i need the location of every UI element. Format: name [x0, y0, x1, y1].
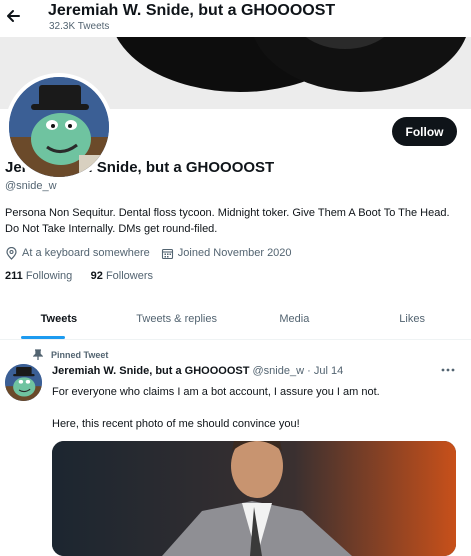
calendar-icon — [161, 248, 173, 259]
profile-handle: @snide_w — [5, 180, 57, 192]
followers-count: 92 — [90, 270, 103, 282]
profile-tabs: Tweets Tweets & replies Media Likes — [0, 299, 471, 340]
tweet-text: For everyone who claims I am a bot accou… — [52, 384, 452, 432]
tweet-avatar-image — [5, 364, 42, 401]
tab-likes[interactable]: Likes — [353, 299, 471, 339]
header-tweet-count: 32.3K Tweets — [49, 21, 110, 32]
location-pin-icon — [6, 246, 17, 260]
tweet-separator: · — [307, 365, 311, 377]
pinned-tweet-label: Pinned Tweet — [51, 349, 109, 360]
pinned-tweet-indicator: Pinned Tweet — [33, 349, 108, 360]
tweet-text-line-1: For everyone who claims I am a bot accou… — [52, 386, 380, 398]
tab-tweets-label: Tweets — [40, 313, 78, 325]
tab-likes-label: Likes — [399, 313, 425, 325]
tab-media-label: Media — [279, 313, 310, 325]
tweet-photo-image — [52, 441, 456, 556]
tweet-author-avatar[interactable] — [5, 364, 42, 401]
profile-meta: At a keyboard somewhere Joined November … — [5, 245, 292, 261]
tweet-header: Jeremiah W. Snide, but a GHOOOOST @snide… — [52, 365, 343, 377]
active-tab-indicator — [21, 336, 65, 339]
following-label: Following — [25, 270, 73, 282]
more-horizontal-icon — [441, 368, 455, 372]
avatar-image — [9, 77, 109, 177]
profile-joined: Joined November 2020 — [177, 247, 292, 259]
tweet-date[interactable]: Jul 14 — [314, 365, 343, 377]
arrow-left-icon — [7, 10, 20, 22]
following-link[interactable]: 211 Following — [5, 270, 72, 282]
tab-tweets-and-replies-label: Tweets & replies — [136, 313, 217, 325]
tab-tweets[interactable]: Tweets — [0, 299, 118, 339]
followers-label: Followers — [105, 270, 154, 282]
tweet-more-button[interactable] — [438, 362, 458, 378]
tweet-text-line-2: Here, this recent photo of me should con… — [52, 418, 300, 430]
following-count: 211 — [5, 270, 23, 282]
follow-button[interactable]: Follow — [392, 117, 457, 146]
profile-header-bar: Jeremiah W. Snide, but a GHOOOOST 32.3K … — [0, 0, 471, 37]
tweet-author-name[interactable]: Jeremiah W. Snide, but a GHOOOOST — [52, 365, 249, 377]
followers-link[interactable]: 92 Followers — [91, 270, 153, 282]
profile-avatar[interactable] — [5, 73, 113, 181]
tab-media[interactable]: Media — [236, 299, 354, 339]
tab-tweets-and-replies[interactable]: Tweets & replies — [118, 299, 236, 339]
profile-counts: 211 Following 92 Followers — [5, 270, 153, 282]
profile-location: At a keyboard somewhere — [22, 247, 150, 259]
tweet-author-handle[interactable]: @snide_w — [253, 365, 305, 377]
header-title: Jeremiah W. Snide, but a GHOOOOST — [48, 2, 336, 19]
tweet-media-photo[interactable] — [52, 441, 456, 556]
pin-icon — [33, 349, 43, 360]
profile-bio: Persona Non Sequitur. Dental floss tycoo… — [5, 207, 450, 235]
back-button[interactable] — [5, 6, 21, 26]
